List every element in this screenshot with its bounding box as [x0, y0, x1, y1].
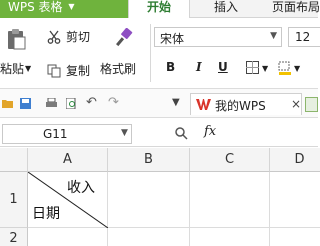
- chevron-down-icon[interactable]: ▼: [172, 97, 180, 108]
- tab-my-wps[interactable]: 我的WPS ×: [190, 93, 302, 115]
- formula-bar: G11 ▼ fx: [0, 119, 318, 147]
- cell-b1[interactable]: [108, 172, 190, 228]
- cell-a1-header-bottom: 日期: [32, 206, 60, 222]
- fill-color-button[interactable]: ▼: [276, 59, 306, 77]
- quick-access-bar: ↶ ↷ ▼ 我的WPS ×: [0, 88, 318, 118]
- title-bar: WPS 表格 ▼ 开始 插入 页面布局: [0, 0, 320, 19]
- cell-a1[interactable]: 收入 日期: [28, 172, 108, 228]
- font-size-value: 12: [295, 30, 311, 44]
- print-icon[interactable]: [46, 98, 57, 109]
- cell-c1[interactable]: [190, 172, 270, 228]
- row-header-1[interactable]: 1: [0, 172, 28, 228]
- column-header-b[interactable]: B: [108, 148, 190, 172]
- format-painter-icon: [116, 28, 133, 47]
- font-name-select[interactable]: 宋体 ▼: [154, 27, 282, 47]
- zoom-icon[interactable]: [174, 126, 188, 140]
- tab-home[interactable]: 开始: [128, 0, 190, 19]
- italic-button[interactable]: I: [196, 60, 202, 74]
- column-header-a[interactable]: A: [28, 148, 108, 172]
- redo-icon[interactable]: ↷: [108, 95, 119, 110]
- font-size-select[interactable]: 12: [288, 27, 320, 47]
- tab-page-layout[interactable]: 页面布局: [272, 0, 320, 18]
- copy-button[interactable]: 复制: [45, 62, 97, 80]
- copy-icon: [47, 64, 61, 78]
- paste-label: 粘贴: [0, 62, 25, 76]
- chevron-down-icon: ▼: [68, 2, 75, 11]
- border-icon: [246, 61, 259, 74]
- corner-select-all[interactable]: [0, 148, 28, 172]
- cell-c2[interactable]: [190, 228, 270, 246]
- underline-button[interactable]: U: [218, 60, 228, 74]
- chevron-down-icon: ▼: [121, 128, 128, 138]
- spreadsheet-grid: A B C D 1 2 收入 日期: [0, 148, 320, 246]
- fill-color-icon: [278, 61, 291, 75]
- close-tab-button[interactable]: ×: [291, 97, 301, 111]
- cut-label: 剪切: [66, 30, 91, 44]
- chevron-down-icon: ▼: [25, 64, 32, 73]
- cell-d2[interactable]: [270, 228, 320, 246]
- column-header-d[interactable]: D: [270, 148, 320, 172]
- paste-icon: [8, 29, 26, 50]
- cell-reference: G11: [43, 127, 68, 141]
- cell-b2[interactable]: [108, 228, 190, 246]
- name-box[interactable]: G11 ▼: [2, 124, 132, 144]
- column-header-c[interactable]: C: [190, 148, 270, 172]
- app-menu-button[interactable]: WPS 表格 ▼: [0, 0, 128, 18]
- open-folder-icon[interactable]: [2, 98, 13, 109]
- row-header-2[interactable]: 2: [0, 228, 28, 246]
- chevron-down-icon: ▼: [270, 31, 277, 41]
- wps-logo-icon: [196, 99, 211, 110]
- cell-a1-header-top: 收入: [67, 180, 95, 196]
- print-preview-icon[interactable]: [66, 98, 77, 109]
- tab-insert[interactable]: 插入: [214, 0, 238, 18]
- app-name: WPS 表格: [8, 0, 63, 14]
- cut-icon: [47, 30, 61, 44]
- sheet-doc-tab[interactable]: [305, 97, 318, 112]
- format-painter-label: 格式刷: [100, 62, 137, 76]
- cell-a2[interactable]: [28, 228, 108, 246]
- format-painter-button[interactable]: 格式刷: [100, 24, 150, 80]
- toolbar-divider: [150, 24, 151, 82]
- cut-button[interactable]: 剪切: [45, 28, 97, 46]
- tab-my-wps-label: 我的WPS: [215, 99, 266, 113]
- undo-icon[interactable]: ↶: [86, 95, 97, 110]
- save-icon[interactable]: [20, 98, 31, 109]
- function-button[interactable]: fx: [204, 124, 216, 139]
- paste-button[interactable]: 粘贴 ▼: [0, 24, 40, 80]
- bold-button[interactable]: B: [166, 60, 175, 74]
- font-name-value: 宋体: [160, 32, 185, 46]
- chevron-down-icon: ▼: [262, 64, 269, 73]
- copy-label: 复制: [66, 64, 91, 78]
- cell-d1[interactable]: [270, 172, 320, 228]
- borders-button[interactable]: ▼: [244, 59, 272, 77]
- chevron-down-icon: ▼: [294, 64, 301, 73]
- ribbon-toolbar: 粘贴 ▼ 剪切 格式刷 复制 宋体 ▼ 12 B I U ▼ ▼: [0, 18, 320, 88]
